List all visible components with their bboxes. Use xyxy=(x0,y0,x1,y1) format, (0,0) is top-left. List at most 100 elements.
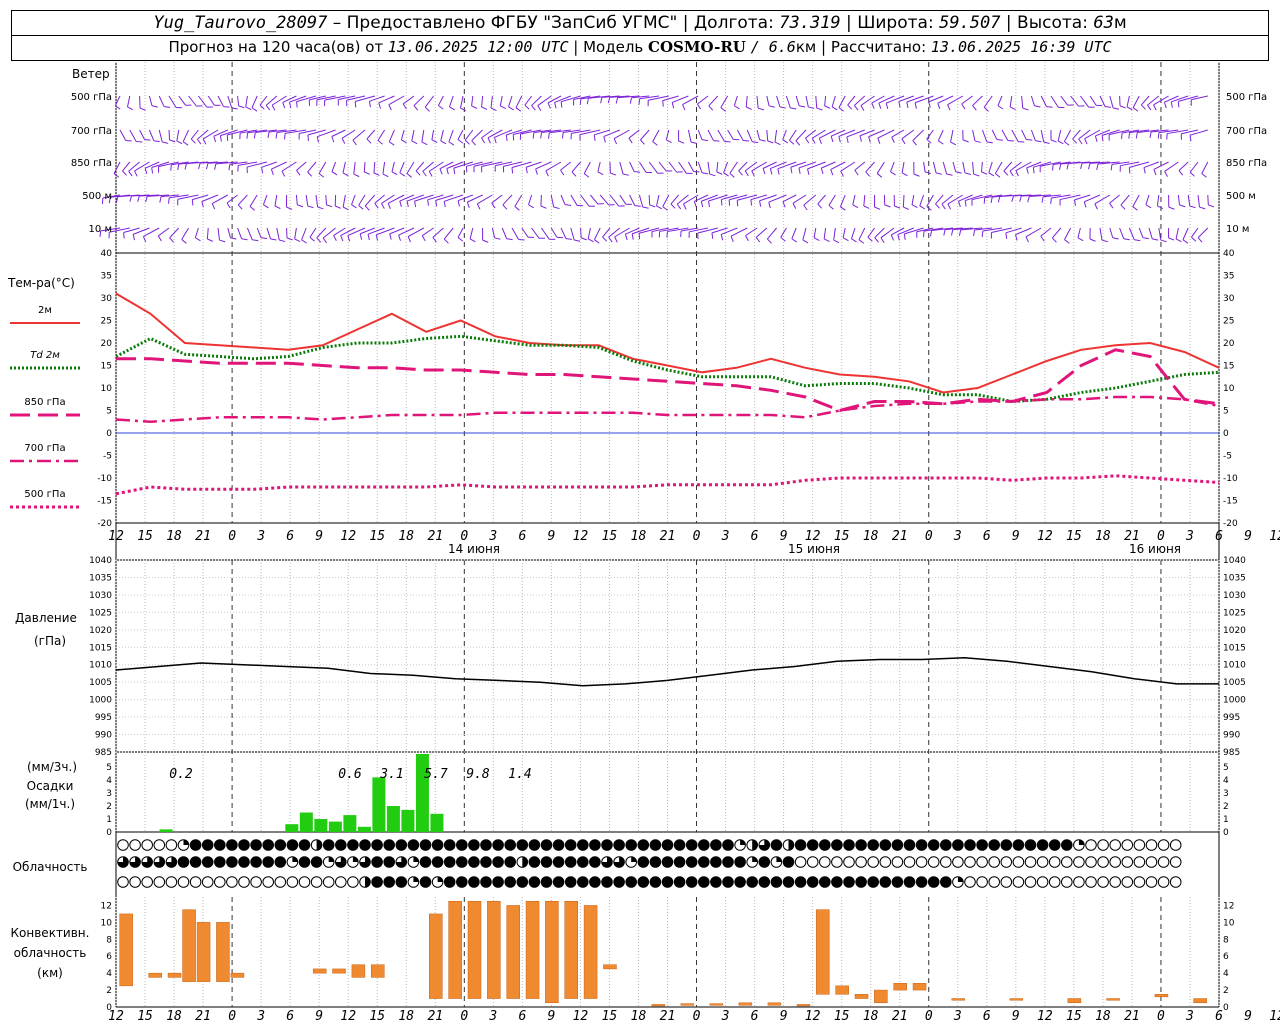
cloud-circle xyxy=(831,839,843,851)
wind-barb xyxy=(981,129,988,143)
wind-barb-flag xyxy=(1142,237,1149,240)
cloud-circle xyxy=(758,856,771,868)
conv-cloud-bar xyxy=(216,922,230,982)
pressure-unit: (гПа) xyxy=(34,634,66,648)
cloud-symbol xyxy=(806,856,819,868)
wind-barb-flag xyxy=(375,234,379,241)
cloud-circle xyxy=(625,876,638,888)
cloud-circle xyxy=(577,839,589,851)
cloud-symbol xyxy=(371,839,383,851)
wind-barb-flag xyxy=(184,163,187,170)
wind-barb-flag xyxy=(281,170,286,177)
wind-barb xyxy=(629,161,635,172)
wind-barb xyxy=(402,95,415,105)
wind-barb-flag xyxy=(762,168,766,175)
precip-tick-right: 2 xyxy=(1223,802,1229,812)
cloud-symbol xyxy=(141,856,153,868)
cloud-symbol xyxy=(201,856,214,868)
conv-cloud-bar xyxy=(912,983,927,991)
wind-barb-flag xyxy=(720,107,726,112)
wind-barb-flag xyxy=(1157,205,1164,209)
cloud-circle xyxy=(1048,839,1061,851)
cloud-symbol xyxy=(661,856,674,868)
cloud-circle xyxy=(831,876,843,888)
wind-barb xyxy=(988,161,993,173)
precip-bar xyxy=(328,821,342,832)
wind-barb xyxy=(414,194,434,202)
cloud-circle xyxy=(335,839,347,851)
wind-barb-flag xyxy=(453,168,456,175)
wind-level-label-right: 850 гПа xyxy=(1226,158,1267,169)
time-tick-label-bottom: 3 xyxy=(1185,1009,1194,1024)
cloud-circle xyxy=(456,839,468,851)
wind-barb-flag xyxy=(389,233,392,240)
wind-barb-flag xyxy=(471,105,478,109)
cloud-symbol xyxy=(129,876,141,888)
wind-barb xyxy=(1077,227,1081,238)
wind-barb-flag xyxy=(964,200,967,207)
cloud-circle xyxy=(1061,856,1073,868)
wind-barb-flag xyxy=(919,205,926,210)
wind-barb-flag xyxy=(359,233,363,240)
wind-barb xyxy=(271,95,287,106)
cloud-symbol xyxy=(226,839,238,851)
wind-barb xyxy=(262,194,268,205)
cloud-symbol xyxy=(952,839,964,851)
cloud-circle xyxy=(165,876,178,888)
wind-barb xyxy=(194,227,199,238)
wind-barb xyxy=(515,95,523,108)
wind-barb-flag xyxy=(335,205,341,209)
wind-barb-flag xyxy=(139,107,146,111)
cloud-circle xyxy=(443,856,456,868)
wind-barb-flag xyxy=(169,237,174,243)
cloud-circle xyxy=(274,856,287,868)
wind-barb xyxy=(550,194,555,208)
wind-barb-flag xyxy=(237,204,243,210)
wind-barb-flag xyxy=(831,106,838,111)
time-tick-label-bottom: 12 xyxy=(1269,1009,1280,1024)
cloud-symbol xyxy=(468,839,480,851)
cloud-symbol xyxy=(480,839,492,851)
wind-barb-flag xyxy=(351,204,357,209)
cloud-circle xyxy=(419,856,432,868)
wind-barb xyxy=(364,194,376,207)
wind-barb-flag xyxy=(1168,206,1175,210)
wind-barb xyxy=(352,129,366,141)
wind-barb-flag xyxy=(958,229,962,236)
wind-barb xyxy=(168,95,177,108)
wind-barb xyxy=(756,129,761,140)
wind-barb-flag xyxy=(853,105,859,111)
time-tick-label: 21 xyxy=(892,529,908,544)
cloud-symbol xyxy=(1036,876,1049,888)
cloud-symbol xyxy=(915,839,928,851)
wind-barb-flag xyxy=(207,238,214,242)
precip-bar xyxy=(314,819,328,832)
cloud-symbol xyxy=(819,839,831,851)
precip-3h-total: 0.2 xyxy=(169,767,193,782)
wind-barb-flag xyxy=(1168,237,1175,241)
wind-barb xyxy=(1191,227,1199,238)
cloud-quarter xyxy=(413,876,419,882)
wind-barb xyxy=(991,129,998,140)
precip-bar xyxy=(285,824,299,832)
wind-barb-flag xyxy=(746,106,752,110)
wind-barb xyxy=(932,161,937,174)
wind-barb-flag xyxy=(1179,204,1186,208)
wind-barb xyxy=(745,227,758,237)
cloud-circle xyxy=(564,856,577,868)
conv-cloud-bar xyxy=(651,1004,666,1007)
wind-barb xyxy=(570,194,578,206)
wind-barb xyxy=(766,95,770,106)
temp-title: Тем-ра(°С) xyxy=(7,276,75,290)
wind-barb-flag xyxy=(890,171,896,176)
wind-barb xyxy=(1148,227,1153,239)
wind-barb-flag xyxy=(1022,107,1029,111)
cloud-circle xyxy=(770,839,783,851)
cloud-circle xyxy=(673,856,686,868)
cloud-symbol xyxy=(940,876,952,888)
cloudiness-panel xyxy=(117,839,1182,888)
wind-barb xyxy=(901,129,915,140)
cloud-symbol xyxy=(637,839,650,851)
pressure-tick-right: 1025 xyxy=(1223,608,1246,618)
wind-barb-flag xyxy=(387,203,391,210)
